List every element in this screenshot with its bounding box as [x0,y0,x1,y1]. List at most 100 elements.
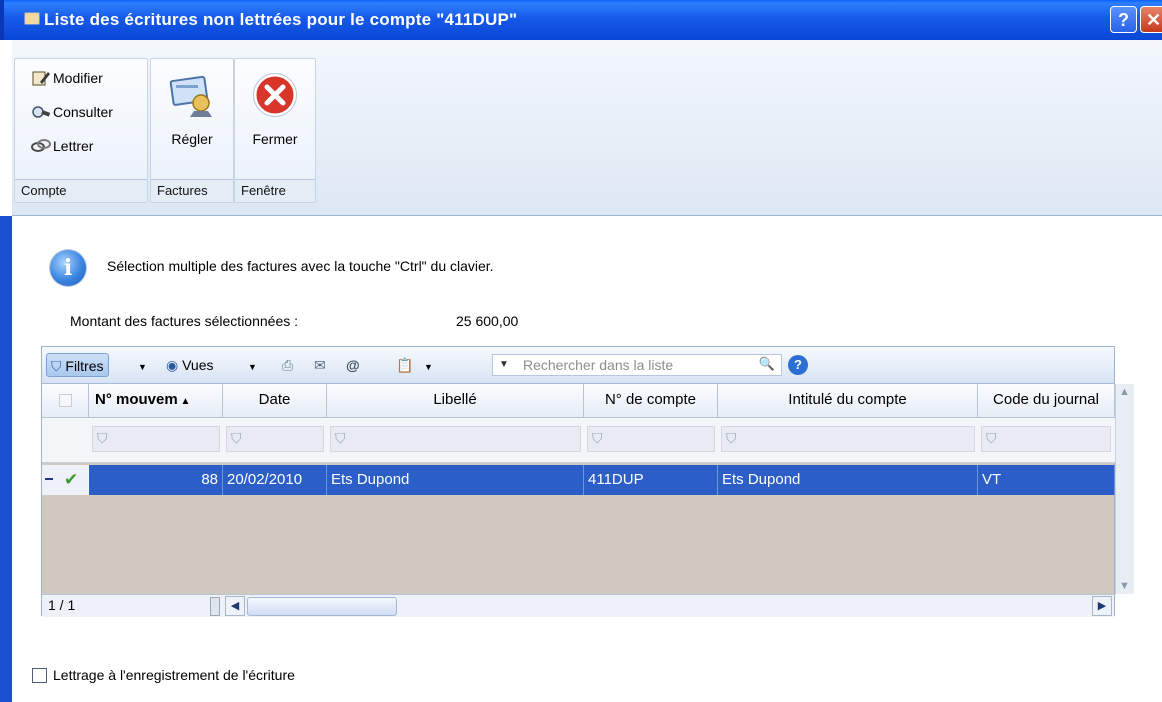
preview-icon: ⎙ [282,357,294,373]
title-bar: Liste des écritures non lettrées pour le… [0,0,1162,40]
clipboard-dropdown[interactable]: ▼ [420,353,437,377]
modifier-button[interactable]: Modifier [31,67,103,89]
group-label-factures: Factures [151,179,233,202]
close-window-button[interactable]: ✕ [1140,6,1162,33]
cell-compte: 411DUP [584,465,718,495]
group-factures: Régler Factures [150,58,234,203]
filter-numero[interactable]: ⛉ [92,426,220,452]
group-label-fenetre: Fenêtre [235,179,315,202]
fermer-button[interactable]: Fermer [236,71,314,147]
cell-intitule: Ets Dupond [718,465,978,495]
group-label-compte: Compte [15,179,147,202]
cell-date: 20/02/2010 [223,465,327,495]
filter-icon: ⛉ [335,430,346,446]
scroll-right-icon[interactable]: ▶ [1092,596,1112,616]
column-label-numero: N° mouvem [95,391,178,408]
vues-dropdown[interactable]: ▼ [244,353,261,377]
row-selector[interactable]: ✔ [42,465,89,495]
help-button[interactable]: ? [1110,6,1137,33]
vues-label: Vues [182,357,214,373]
clipboard-icon: 📋 [396,357,414,373]
invoice-grid: ⛉ Filtres ▼ ◉ Vues ▼ ⎙ ✉ @ 📋 ▼ ▼ Recherc… [41,346,1134,617]
search-placeholder: Rechercher dans la liste [523,357,674,373]
filter-row: ⛉ ⛉ ⛉ ⛉ ⛉ ⛉ [42,418,1116,463]
filter-journal[interactable]: ⛉ [981,426,1111,452]
scroll-left-icon[interactable]: ◀ [225,596,245,616]
consulter-button[interactable]: Consulter [31,101,113,123]
select-all-checkbox[interactable] [58,393,72,407]
at-icon: @ [346,357,360,373]
sort-ascending-icon: ▲ [177,396,191,407]
chevron-down-icon: ▼ [248,362,257,372]
filtres-dropdown[interactable]: ▼ [134,353,151,377]
lettrage-checkbox[interactable] [32,668,47,683]
lettrage-label[interactable]: Lettrage à l'enregistrement de l'écritur… [53,667,295,683]
grid-statusbar: 1 / 1 ◀ ▶ [42,594,1114,617]
search-icon[interactable]: 🔍 [759,354,775,374]
scroll-down-icon[interactable]: ▼ [1119,580,1130,592]
modifier-label: Modifier [53,70,103,86]
filter-icon: ⛉ [986,430,997,446]
filter-compte[interactable]: ⛉ [587,426,715,452]
preview-button[interactable]: ⎙ [278,353,297,377]
column-header-intitule[interactable]: Intitulé du compte [718,384,978,418]
lettrer-button[interactable]: Lettrer [31,135,93,157]
filter-intitule[interactable]: ⛉ [721,426,975,452]
filter-libelle[interactable]: ⛉ [330,426,581,452]
group-fenetre: Fermer Fenêtre [234,58,316,203]
column-header-numero[interactable]: N° mouvem ▲ [89,384,223,418]
ribbon: Modifier Consulter Lettrer Compte Régler… [12,40,1162,216]
window-left-border [0,216,12,702]
filter-icon: ⛉ [592,430,603,446]
export-icon: ✉ [314,357,326,373]
consulter-label: Consulter [53,104,113,120]
grid-toolbar: ⛉ Filtres ▼ ◉ Vues ▼ ⎙ ✉ @ 📋 ▼ ▼ Recherc… [42,347,1114,384]
splitter-handle[interactable] [210,597,220,616]
search-box[interactable]: ▼ Rechercher dans la liste 🔍 [492,354,782,376]
filtres-label: Filtres [65,358,104,374]
select-all-header[interactable] [42,384,89,418]
close-circle-icon [253,73,297,117]
eye-icon: ◉ [166,357,179,373]
funnel-icon: ⛉ [51,358,62,374]
amount-label: Montant des factures sélectionnées : [70,313,299,329]
grid-help-icon[interactable]: ? [788,355,808,375]
vues-button[interactable]: ◉ Vues [162,353,218,377]
view-icon [32,106,51,118]
filter-date[interactable]: ⛉ [226,426,324,452]
info-text: Sélection multiple des factures avec la … [107,258,494,274]
checkmark-icon[interactable]: ✔ [64,465,78,495]
cell-journal: VT [978,465,1115,495]
column-header-date[interactable]: Date [223,384,327,418]
horizontal-scroll-thumb[interactable] [247,597,397,616]
column-header-libelle[interactable]: Libellé [327,384,584,418]
chevron-down-icon: ▼ [138,362,147,372]
column-header-journal[interactable]: Code du journal [978,384,1115,418]
lettrer-label: Lettrer [53,138,94,154]
fermer-label: Fermer [252,131,298,147]
column-header-compte[interactable]: N° de compte [584,384,718,418]
export-button[interactable]: ✉ [310,353,330,377]
window-title: Liste des écritures non lettrées pour le… [44,10,518,29]
cell-numero: 88 [89,465,223,495]
table-row[interactable]: ✔ 88 20/02/2010 Ets Dupond 411DUP Ets Du… [42,465,1116,495]
vertical-scrollbar[interactable]: ▲ ▼ [1115,384,1134,594]
email-button[interactable]: @ [342,353,364,377]
cell-libelle: Ets Dupond [327,465,584,495]
amount-value: 25 600,00 [456,313,519,329]
app-icon [24,12,40,25]
filter-icon: ⛉ [231,430,242,446]
group-compte: Modifier Consulter Lettrer Compte [14,58,148,203]
search-dropdown-icon[interactable]: ▼ [499,355,509,375]
filtres-button[interactable]: ⛉ Filtres [46,353,109,377]
row-marker [45,478,53,480]
clipboard-button[interactable]: 📋 [392,353,417,377]
filter-icon: ⛉ [726,430,737,446]
link-icon [31,139,51,152]
regler-label: Régler [171,131,213,147]
edit-icon [32,71,50,86]
regler-button[interactable]: Régler [153,71,231,147]
scroll-up-icon[interactable]: ▲ [1119,386,1130,398]
chevron-down-icon: ▼ [424,362,433,372]
filter-icon: ⛉ [97,430,108,446]
